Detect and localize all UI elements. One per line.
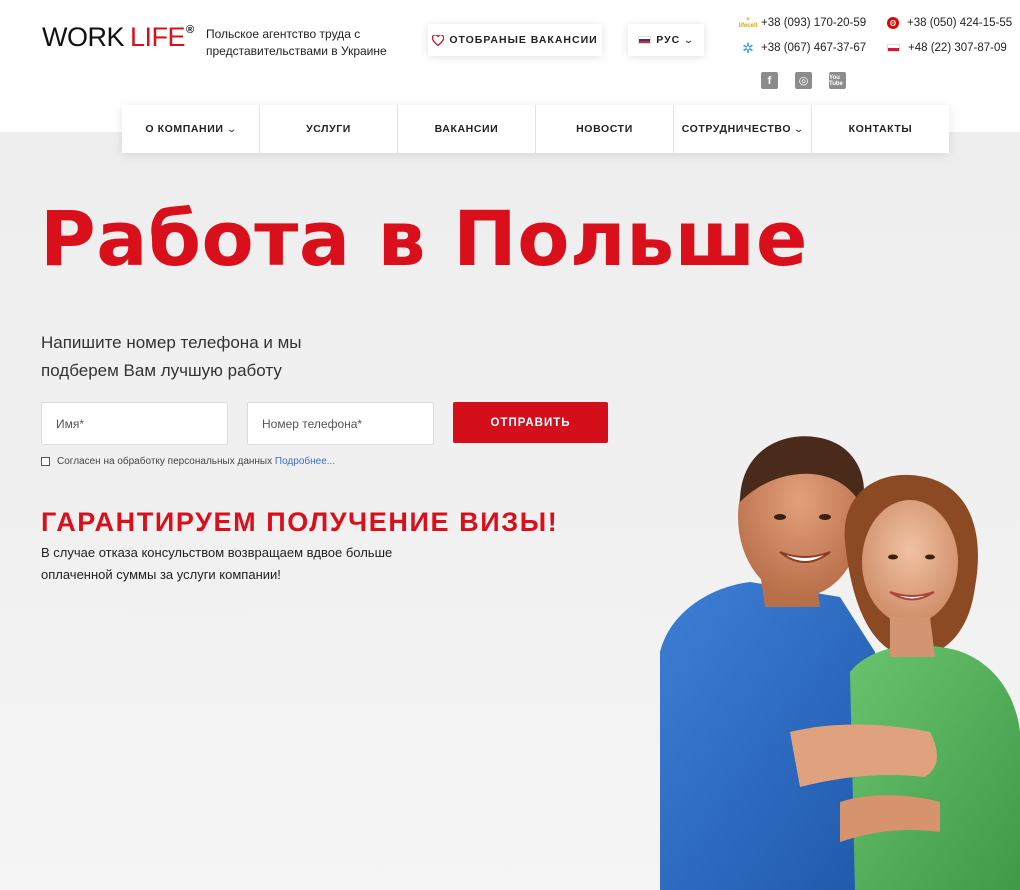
language-label: РУС <box>656 34 681 46</box>
phone-input[interactable] <box>247 402 434 445</box>
favorite-vacancies-label: ОТОБРАНЫЕ ВАКАНСИИ <box>449 34 598 46</box>
phone-number[interactable]: +48 (22) 307-87-09 <box>908 42 1007 54</box>
nav-item-contacts[interactable]: КОНТАКТЫ <box>812 105 949 153</box>
nav-item-label: СОТРУДНИЧЕСТВО <box>681 123 792 135</box>
phone-row: ✲ +38 (067) 467-37-67 <box>738 37 866 59</box>
hero-title: Работа в Польше <box>40 194 808 283</box>
chevron-down-icon: ⌄ <box>683 34 696 45</box>
poland-flag-icon <box>887 44 900 52</box>
phone-row: +48 (22) 307-87-09 <box>884 37 1012 59</box>
lifecell-icon: ☀ lifecell <box>738 17 758 29</box>
name-input[interactable] <box>41 402 228 445</box>
submit-button[interactable]: ОТПРАВИТЬ <box>453 402 608 443</box>
nav-item-news[interactable]: НОВОСТИ <box>536 105 674 153</box>
consent-checkbox[interactable] <box>41 457 50 466</box>
phone-row: ☀ lifecell +38 (093) 170-20-59 <box>738 12 867 34</box>
nav-item-services[interactable]: УСЛУГИ <box>260 105 398 153</box>
facebook-icon[interactable]: f <box>761 72 778 89</box>
social-links: f ◎ You Tube <box>761 72 846 89</box>
logo-registered-mark: ® <box>186 24 195 36</box>
nav-item-cooperation[interactable]: СОТРУДНИЧЕСТВО ⌄ <box>674 105 812 153</box>
nav-item-vacancies[interactable]: ВАКАНСИИ <box>398 105 536 153</box>
heart-icon <box>432 34 445 46</box>
hero-section: Работа в Польше Напишите номер телефона … <box>0 132 1020 890</box>
consent-more-link[interactable]: Подробнее... <box>275 456 335 467</box>
russia-flag-icon <box>638 36 652 44</box>
phone-row: ʘ +38 (050) 424-15-55 <box>884 12 1012 34</box>
phones-right: ʘ +38 (050) 424-15-55 +48 (22) 307-87-09 <box>884 12 1012 62</box>
phone-number[interactable]: +38 (093) 170-20-59 <box>761 17 866 29</box>
language-select[interactable]: РУС ⌄ <box>628 24 704 56</box>
main-nav: О КОМПАНИИ ⌄ УСЛУГИ ВАКАНСИИ НОВОСТИ СОТ… <box>122 105 949 153</box>
phones-left: ☀ lifecell +38 (093) 170-20-59 ✲ +38 (067… <box>738 12 867 62</box>
favorite-vacancies-button[interactable]: ОТОБРАНЫЕ ВАКАНСИИ <box>428 24 602 56</box>
phone-number[interactable]: +38 (067) 467-37-67 <box>761 42 866 54</box>
visa-guarantee-title: ГАРАНТИРУЕМ ПОЛУЧЕНИЕ ВИЗЫ! <box>41 507 559 537</box>
logo-work-text: WORK <box>42 22 125 52</box>
nav-item-label: ВАКАНСИИ <box>434 123 499 135</box>
consent-text: Согласен на обработку персональных данны… <box>57 456 273 467</box>
hero-subtitle: Напишите номер телефона и мы подберем Ва… <box>41 333 302 380</box>
nav-item-label: О КОМПАНИИ <box>145 123 224 135</box>
nav-item-about[interactable]: О КОМПАНИИ ⌄ <box>122 105 260 153</box>
nav-item-label: НОВОСТИ <box>576 123 633 135</box>
logo-life-text: LIFE <box>130 22 186 52</box>
kyivstar-icon: ✲ <box>742 39 754 56</box>
nav-item-label: КОНТАКТЫ <box>848 123 913 135</box>
logo[interactable]: WORK LIFE ® <box>42 22 194 53</box>
instagram-icon[interactable]: ◎ <box>795 72 812 89</box>
consent-row: Согласен на обработку персональных данны… <box>41 456 335 467</box>
couple-photo <box>660 436 1020 890</box>
phone-number[interactable]: +38 (050) 424-15-55 <box>907 17 1012 29</box>
chevron-down-icon: ⌄ <box>225 123 238 134</box>
chevron-down-icon: ⌄ <box>793 123 805 134</box>
visa-guarantee-text: В случае отказа консульством возвращаем … <box>41 545 393 582</box>
vodafone-icon: ʘ <box>887 17 899 29</box>
tagline: Польское агентство труда с представитель… <box>206 27 387 58</box>
nav-item-label: УСЛУГИ <box>306 123 351 135</box>
youtube-icon[interactable]: You Tube <box>829 72 846 89</box>
